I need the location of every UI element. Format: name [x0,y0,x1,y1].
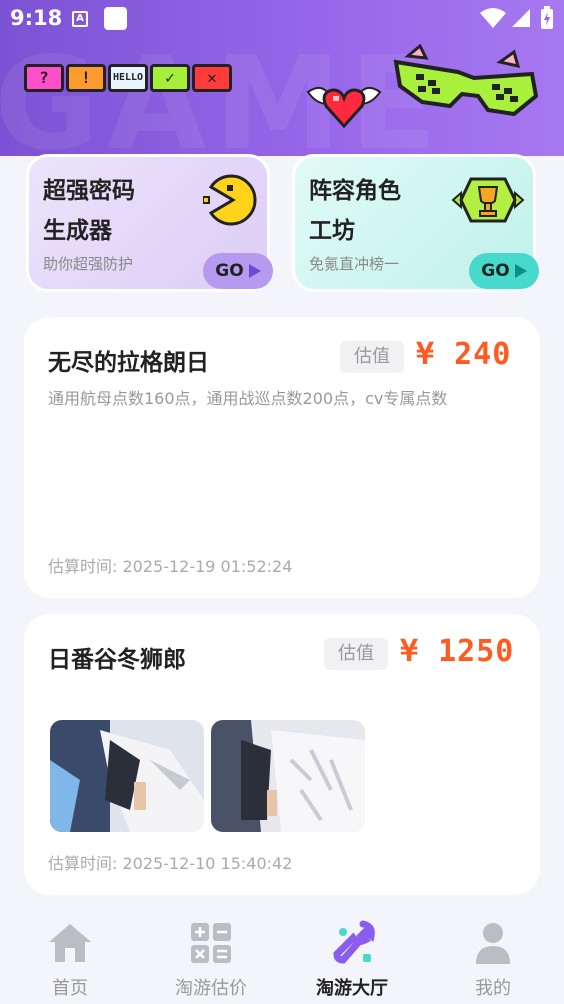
item-photo[interactable] [50,720,204,832]
estimate-time: 估算时间: 2025-12-19 01:52:24 [48,557,293,576]
feature-title-line2: 生成器 [43,218,112,244]
check-icon: ✓ [150,64,190,92]
valuation-tag: 估值 [324,638,388,670]
feature-title: 超强密码 生成器 [43,171,173,251]
nav-label: 淘游大厅 [316,978,388,999]
feature-title-line1: 超强密码 [43,178,135,204]
password-generator-card[interactable]: 超强密码 生成器 助你超强防护 GO [26,154,273,292]
trophy-icon [451,177,525,223]
notification-square-icon [104,7,127,30]
header-banner: GAME 9:18 A ? ! HELLO ✓ ✕ [0,0,564,156]
go-label: GO [215,261,244,281]
valuation-card[interactable]: 日番谷冬狮郎 估值 ¥ 1250 估算时间: 2025-12-10 15:40:… [24,614,540,895]
home-icon [49,924,91,962]
hello-icon: HELLO [108,64,148,92]
winged-heart-icon [306,86,382,129]
nav-profile[interactable]: 我的 [433,918,553,1000]
nav-home[interactable]: 首页 [10,918,130,1000]
item-photo[interactable] [211,720,365,832]
nav-label: 淘游估价 [175,978,247,999]
go-label: GO [481,261,510,281]
wrench-icon [333,920,375,964]
card-description: 通用航母点数160点，通用战巡点数200点，cv专属点数 [48,389,448,408]
feature-subtitle: 助你超强防护 [43,255,134,273]
price: ¥ 1250 [400,634,515,669]
status-time: 9:18 [10,6,63,30]
pixel-button-row: ? ! HELLO ✓ ✕ [24,64,232,92]
card-title: 日番谷冬狮郎 [48,647,186,673]
pacman-icon [203,174,257,226]
go-button[interactable]: GO [203,253,273,289]
nav-label: 我的 [475,978,511,999]
battery-icon [541,6,553,29]
nav-hall[interactable]: 淘游大厅 [292,918,412,1000]
feature-title-line2: 工坊 [309,218,355,244]
feature-subtitle: 免氪直冲榜一 [309,255,400,273]
nav-label: 首页 [52,978,88,999]
exclamation-icon: ! [66,64,106,92]
wifi-icon [480,8,506,28]
person-icon [476,923,510,964]
estimate-time: 估算时间: 2025-12-10 15:40:42 [48,854,293,873]
signal-icon [512,9,530,27]
go-button[interactable]: GO [469,253,539,289]
pixel-sunglasses-icon [393,44,538,117]
lineup-workshop-card[interactable]: 阵容角色 工坊 免氪直冲榜一 GO [292,154,539,292]
card-title: 无尽的拉格朗日 [48,350,209,376]
cross-icon: ✕ [192,64,232,92]
play-arrow-icon [514,264,527,278]
feature-title: 阵容角色 工坊 [309,171,439,251]
question-icon: ? [24,64,64,92]
notification-a-icon: A [72,11,88,27]
status-bar: 9:18 A [0,0,564,38]
calculator-icon [191,923,231,963]
price: ¥ 240 [416,337,512,372]
valuation-card[interactable]: 无尽的拉格朗日 估值 ¥ 240 通用航母点数160点，通用战巡点数200点，c… [24,317,540,598]
valuation-tag: 估值 [340,341,404,373]
feature-title-line1: 阵容角色 [309,178,401,204]
nav-valuation[interactable]: 淘游估价 [151,918,271,1000]
bottom-nav: 首页 淘游估价 淘游大厅 我的 [0,904,564,1004]
play-arrow-icon [248,264,261,278]
